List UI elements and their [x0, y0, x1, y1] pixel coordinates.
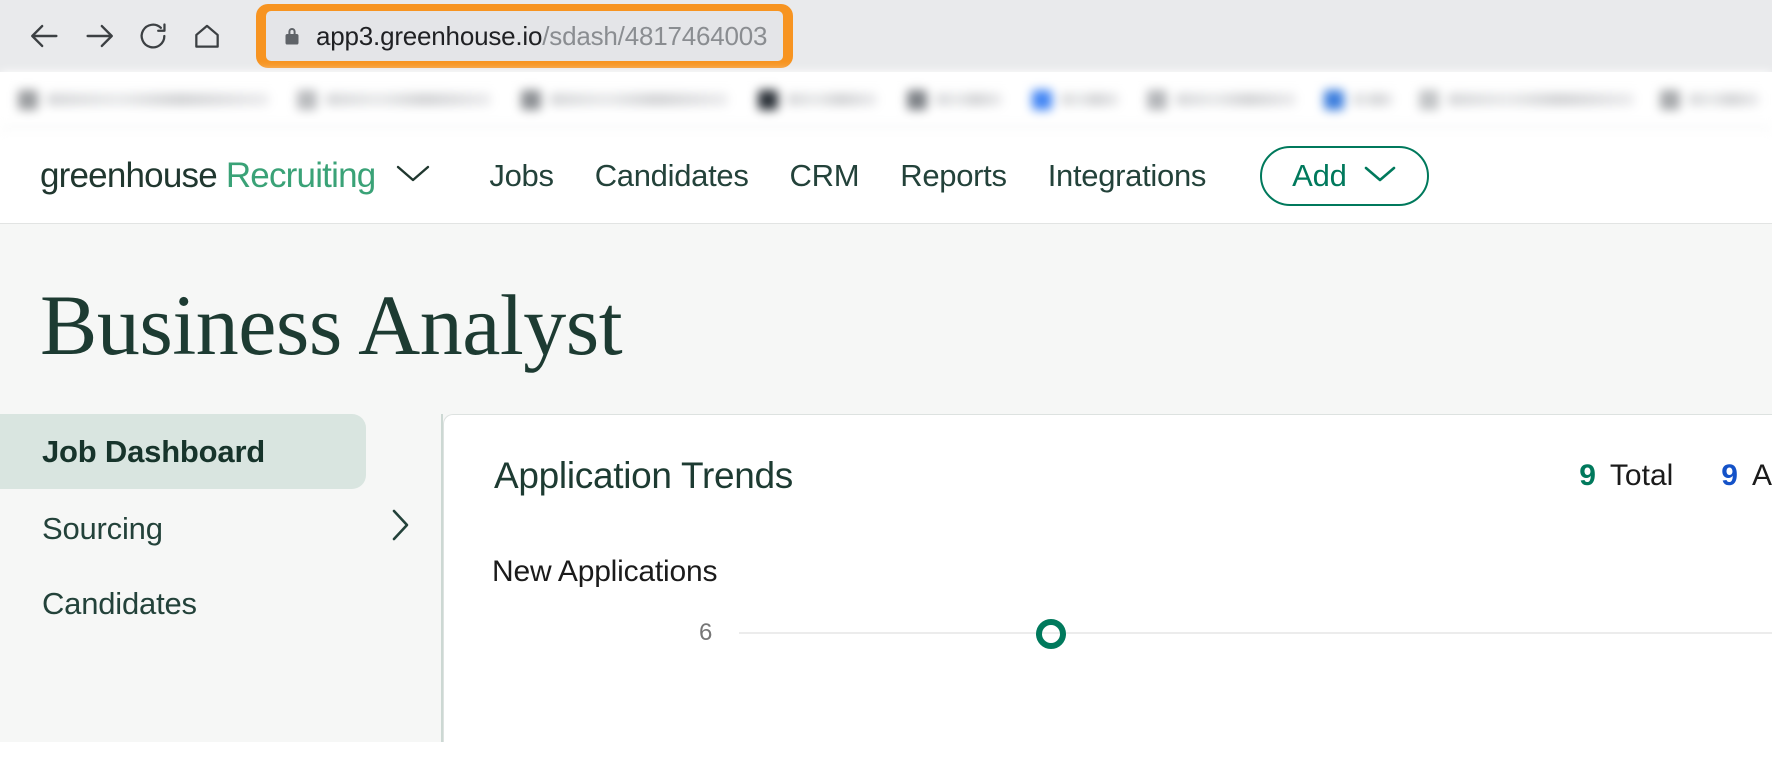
chart-area: 6 — [444, 619, 1772, 739]
bookmark-item[interactable] — [1419, 87, 1634, 113]
home-icon — [191, 20, 223, 52]
nav-link-reports[interactable]: Reports — [900, 158, 1007, 194]
bookmark-favicon-icon — [18, 89, 38, 110]
nav-link-jobs[interactable]: Jobs — [489, 158, 554, 194]
bookmark-label — [1689, 93, 1759, 106]
bookmark-favicon-icon — [1419, 89, 1439, 110]
url-host: app3.greenhouse.io — [316, 20, 543, 51]
address-bar-highlight: app3.greenhouse.io/sdash/4817464003 — [256, 4, 794, 68]
lock-icon — [284, 26, 300, 46]
stat-value: 9 — [1579, 459, 1596, 492]
nav-link-integrations[interactable]: Integrations — [1048, 158, 1207, 194]
gridline — [739, 632, 1772, 634]
bookmark-item[interactable] — [758, 87, 877, 113]
sidebar-item-job-dashboard[interactable]: Job Dashboard — [0, 414, 366, 489]
bookmark-item[interactable] — [297, 87, 491, 113]
bookmark-item[interactable] — [1147, 87, 1296, 113]
page-title: Business Analyst — [40, 277, 623, 373]
bookmark-label — [47, 93, 269, 106]
stat-total: 9 Total — [1579, 459, 1673, 493]
sidebar-item-label: Sourcing — [42, 510, 163, 546]
chart-label: New Applications — [492, 555, 718, 588]
bookmark-label — [1353, 93, 1393, 106]
page-body: Business Analyst Job Dashboard Sourcing Ca… — [0, 224, 1772, 742]
card-header: Application Trends 9 Total 9 A — [444, 415, 1772, 497]
greenhouse-top-nav: greenhouse Recruiting Jobs Candidates CRM R… — [0, 128, 1772, 224]
bookmark-item[interactable] — [1032, 87, 1119, 113]
bookmark-favicon-icon — [1660, 89, 1680, 110]
nav-link-crm[interactable]: CRM — [790, 158, 860, 194]
logo-text: greenhouse Recruiting — [40, 155, 376, 196]
back-arrow-icon — [28, 19, 62, 53]
chevron-right-icon — [389, 508, 411, 550]
bookmark-favicon-icon — [521, 89, 541, 110]
stat-a: 9A — [1721, 459, 1772, 493]
application-trends-card: Application Trends 9 Total 9 A New Applicat… — [443, 414, 1772, 742]
bookmark-label — [1176, 93, 1296, 106]
home-button[interactable] — [180, 9, 234, 63]
bookmark-label — [1061, 93, 1119, 106]
bookmark-label — [936, 93, 1002, 106]
add-button[interactable]: Add — [1260, 145, 1429, 206]
bookmark-favicon-icon — [758, 89, 778, 110]
forward-button[interactable] — [72, 9, 126, 63]
sidebar: Job Dashboard Sourcing Candidates — [0, 414, 443, 742]
greenhouse-logo[interactable]: greenhouse Recruiting — [40, 156, 431, 196]
nav-link-candidates[interactable]: Candidates — [595, 158, 749, 194]
forward-arrow-icon — [82, 19, 116, 53]
address-bar[interactable]: app3.greenhouse.io/sdash/4817464003 — [266, 11, 784, 61]
back-button[interactable] — [18, 9, 72, 63]
chevron-down-icon — [1363, 163, 1397, 188]
browser-chrome: app3.greenhouse.io/sdash/4817464003 — [0, 0, 1772, 72]
bookmark-item[interactable] — [1324, 87, 1393, 113]
sidebar-item-label: Candidates — [42, 585, 197, 621]
bookmark-favicon-icon — [1032, 89, 1052, 110]
bookmarks-bar[interactable] — [0, 72, 1772, 128]
bookmark-label — [326, 93, 491, 106]
card-title: Application Trends — [494, 455, 794, 496]
stat-label: Total — [1609, 459, 1674, 492]
content-row: Job Dashboard Sourcing Candidates Applicat… — [0, 414, 1772, 742]
bookmark-favicon-icon — [907, 89, 927, 110]
stat-label: A — [1751, 459, 1772, 492]
bookmark-favicon-icon — [1324, 89, 1344, 110]
main-column: Application Trends 9 Total 9 A New Applicat… — [443, 414, 1772, 742]
bookmark-item[interactable] — [1660, 87, 1759, 113]
bookmark-favicon-icon — [297, 89, 317, 110]
logo-primary: greenhouse — [40, 155, 218, 195]
chevron-down-icon[interactable] — [395, 162, 431, 189]
sidebar-item-candidates[interactable]: Candidates — [0, 566, 441, 641]
address-bar-url: app3.greenhouse.io/sdash/4817464003 — [316, 21, 767, 52]
bookmark-label — [787, 93, 877, 106]
add-button-label: Add — [1292, 157, 1347, 193]
reload-icon — [137, 20, 169, 52]
bookmark-label — [1448, 93, 1634, 106]
sidebar-item-label: Job Dashboard — [42, 433, 266, 469]
url-path: /sdash/4817464003 — [542, 20, 768, 51]
sidebar-item-sourcing[interactable]: Sourcing — [0, 491, 441, 566]
bookmark-item[interactable] — [18, 87, 269, 113]
card-stats: 9 Total 9 A — [1579, 459, 1772, 493]
stat-value: 9 — [1721, 459, 1738, 492]
data-point-marker[interactable] — [1036, 619, 1066, 649]
bookmark-item[interactable] — [521, 87, 728, 113]
bookmark-item[interactable] — [907, 87, 1002, 113]
y-axis-tick: 6 — [699, 619, 713, 646]
reload-button[interactable] — [126, 9, 180, 63]
logo-secondary: Recruiting — [225, 155, 376, 195]
bookmark-label — [550, 93, 728, 106]
top-nav-links: Jobs Candidates CRM Reports Integrations — [489, 158, 1206, 194]
bookmark-favicon-icon — [1147, 89, 1167, 110]
